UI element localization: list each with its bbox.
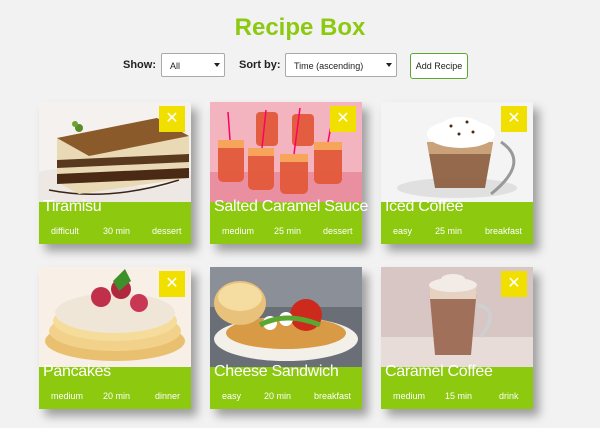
recipe-name: Salted Caramel Sauce: [214, 198, 369, 215]
sort-select[interactable]: Time (ascending): [285, 53, 397, 77]
recipe-time: 20 min: [264, 391, 292, 401]
recipe-card[interactable]: ✕ Salted Caramel Sauce medium 25 min des…: [210, 102, 368, 244]
recipe-difficulty: easy: [222, 391, 242, 401]
recipe-name: Cheese Sandwich: [214, 363, 339, 380]
show-label: Show:: [123, 59, 156, 71]
close-icon[interactable]: ✕: [501, 106, 527, 132]
recipe-category: breakfast: [314, 391, 352, 401]
sort-label: Sort by:: [239, 59, 281, 71]
controls-bar: Show: All Sort by: Time (ascending) Add …: [0, 53, 600, 79]
close-icon[interactable]: ✕: [501, 271, 527, 297]
sort-select-value: Time (ascending): [294, 61, 364, 71]
chevron-down-icon: [214, 63, 220, 67]
recipe-category: dessert: [152, 226, 182, 236]
recipe-time: 25 min: [435, 226, 463, 236]
recipe-photo: [210, 267, 362, 367]
show-select[interactable]: All: [161, 53, 225, 77]
recipe-difficulty: medium: [393, 391, 426, 401]
recipe-category: breakfast: [485, 226, 523, 236]
close-icon[interactable]: ✕: [330, 106, 356, 132]
recipe-name: Caramel Coffee: [385, 363, 493, 380]
recipe-difficulty: medium: [222, 226, 255, 236]
recipe-name: Tiramisu: [43, 198, 102, 215]
recipe-category: dessert: [323, 226, 353, 236]
recipe-card[interactable]: ✕ Tiramisu difficult 30 min dessert: [39, 102, 191, 244]
page-title: Recipe Box: [234, 14, 366, 41]
recipe-difficulty: difficult: [51, 226, 79, 236]
recipe-card[interactable]: ✕ Caramel Coffee medium 15 min drink: [381, 267, 533, 409]
recipe-category: drink: [499, 391, 519, 401]
recipe-difficulty: medium: [51, 391, 84, 401]
add-recipe-button[interactable]: Add Recipe: [410, 53, 468, 79]
chevron-down-icon: [386, 63, 392, 67]
recipe-time: 15 min: [445, 391, 473, 401]
recipe-name: Iced Coffee: [385, 198, 464, 215]
recipe-difficulty: easy: [393, 226, 413, 236]
recipe-time: 30 min: [103, 226, 131, 236]
recipe-time: 20 min: [103, 391, 131, 401]
recipe-card[interactable]: ✕ Iced Coffee easy 25 min breakfast: [381, 102, 533, 244]
recipe-card[interactable]: ✕ Pancakes medium 20 min dinner: [39, 267, 191, 409]
recipe-name: Pancakes: [43, 363, 111, 380]
recipe-category: dinner: [155, 391, 181, 401]
close-icon[interactable]: ✕: [159, 106, 185, 132]
recipe-time: 25 min: [274, 226, 302, 236]
close-icon[interactable]: ✕: [159, 271, 185, 297]
show-select-value: All: [170, 61, 181, 71]
recipe-card[interactable]: Cheese Sandwich easy 20 min breakfast: [210, 267, 362, 409]
